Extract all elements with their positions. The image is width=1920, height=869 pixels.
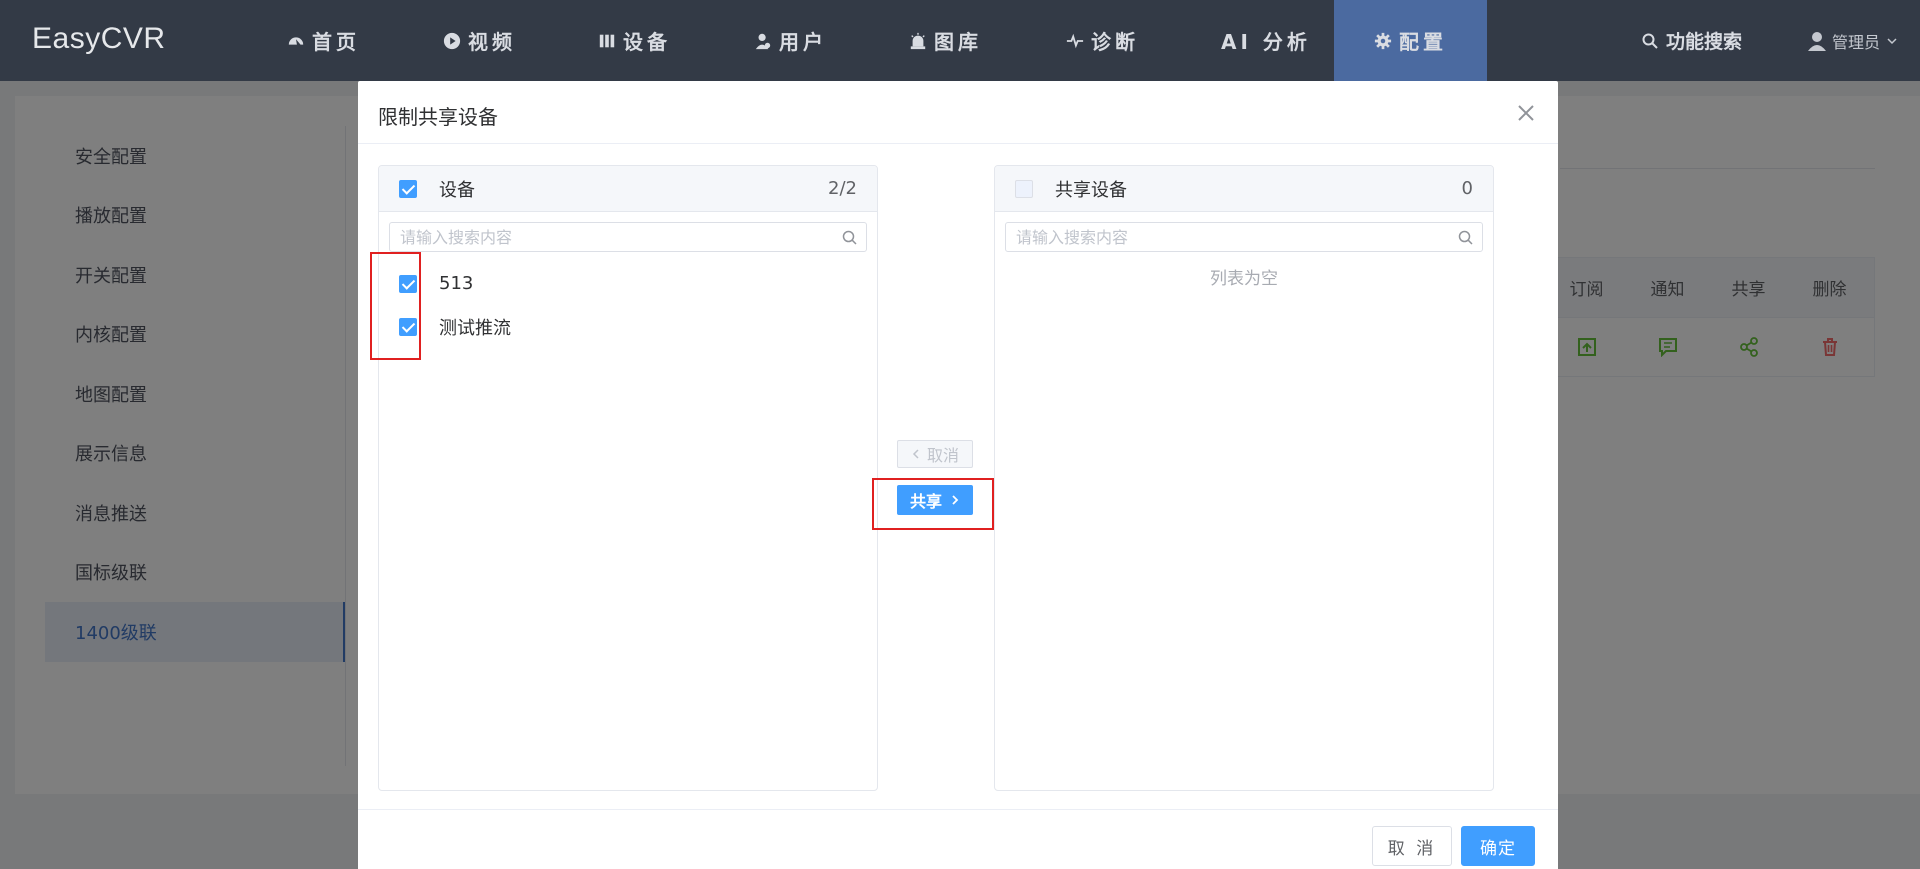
restrict-share-dialog: 限制共享设备 设备 2/2 513 测试推流 取消 共享 xyxy=(358,81,1558,869)
nav-item-label: 图库 xyxy=(934,30,982,54)
nav-item-config[interactable]: 配置 xyxy=(1334,0,1487,81)
cancel-button[interactable]: 取 消 xyxy=(1372,826,1452,866)
device-panel-count: 2/2 xyxy=(828,178,857,199)
top-nav: EasyCVR 首页 视频 设备 用户 图库 诊断 AI 分析 配置 功能搜索 … xyxy=(0,0,1920,81)
device-panel-header: 设备 2/2 xyxy=(379,166,877,212)
device-panel-title: 设备 xyxy=(439,179,475,201)
device-label: 513 xyxy=(439,273,474,294)
pulse-icon xyxy=(1066,33,1084,48)
feature-search-button[interactable]: 功能搜索 xyxy=(1642,0,1742,81)
share-button-highlight-annotation xyxy=(872,478,994,530)
select-all-shared-checkbox[interactable] xyxy=(1015,179,1033,198)
device-list: 513 测试推流 xyxy=(379,252,877,348)
nav-item-label: 首页 xyxy=(312,30,360,54)
checkbox-highlight-annotation xyxy=(370,252,421,360)
nav-item-label: 诊断 xyxy=(1091,30,1139,54)
nav-item-video[interactable]: 视频 xyxy=(443,0,516,81)
nav-item-ai-analysis[interactable]: AI 分析 xyxy=(1221,0,1311,81)
dialog-footer-divider xyxy=(358,809,1558,810)
device-label: 测试推流 xyxy=(439,317,511,339)
nav-item-device[interactable]: 设备 xyxy=(598,0,671,81)
nav-item-user[interactable]: 用户 xyxy=(754,0,827,81)
nav-item-label: AI 分析 xyxy=(1221,30,1311,54)
nav-item-label: 用户 xyxy=(779,30,827,54)
device-list-panel: 设备 2/2 513 测试推流 xyxy=(378,165,878,791)
dialog-title: 限制共享设备 xyxy=(378,105,498,129)
brand-logo: EasyCVR xyxy=(32,22,166,55)
list-item[interactable]: 测试推流 xyxy=(379,305,877,348)
nav-item-diagnosis[interactable]: 诊断 xyxy=(1066,0,1139,81)
search-icon xyxy=(1458,230,1473,245)
list-item[interactable]: 513 xyxy=(379,262,877,305)
search-icon xyxy=(1642,33,1658,49)
close-icon[interactable] xyxy=(1514,101,1538,125)
cancel-transfer-label: 取消 xyxy=(926,446,959,465)
confirm-button[interactable]: 确定 xyxy=(1461,826,1535,866)
device-search-box xyxy=(389,222,867,252)
shared-panel-title: 共享设备 xyxy=(1055,179,1127,201)
chevron-left-icon xyxy=(912,449,919,459)
user-menu[interactable]: 管理员 xyxy=(1808,0,1898,81)
search-icon xyxy=(842,230,857,245)
select-all-devices-checkbox[interactable] xyxy=(399,179,417,198)
nav-item-gallery[interactable]: 图库 xyxy=(909,0,982,81)
empty-list-text: 列表为空 xyxy=(1210,269,1278,289)
user-avatar-icon xyxy=(1808,31,1826,51)
gear-icon xyxy=(1374,32,1392,49)
cancel-share-transfer-button[interactable]: 取消 xyxy=(897,440,973,468)
device-search-input[interactable] xyxy=(390,223,866,251)
dialog-header-divider xyxy=(358,143,1558,144)
shared-search-input[interactable] xyxy=(1006,223,1482,251)
chevron-down-icon xyxy=(1887,37,1897,44)
dashboard-icon xyxy=(288,36,304,45)
nav-item-label: 视频 xyxy=(468,30,516,54)
shared-panel-header: 共享设备 0 xyxy=(995,166,1493,212)
user-name: 管理员 xyxy=(1832,32,1881,52)
nav-item-label: 配置 xyxy=(1399,30,1447,54)
nav-item-home[interactable]: 首页 xyxy=(287,0,360,81)
shared-device-panel: 共享设备 0 列表为空 xyxy=(994,165,1494,791)
feature-search-label: 功能搜索 xyxy=(1666,31,1743,53)
nav-item-label: 设备 xyxy=(623,30,671,54)
shared-search-box xyxy=(1005,222,1483,252)
play-icon xyxy=(443,32,461,49)
alarm-icon xyxy=(910,32,926,49)
shared-panel-count: 0 xyxy=(1461,178,1473,199)
user-icon xyxy=(755,33,771,49)
device-icon xyxy=(599,34,615,47)
